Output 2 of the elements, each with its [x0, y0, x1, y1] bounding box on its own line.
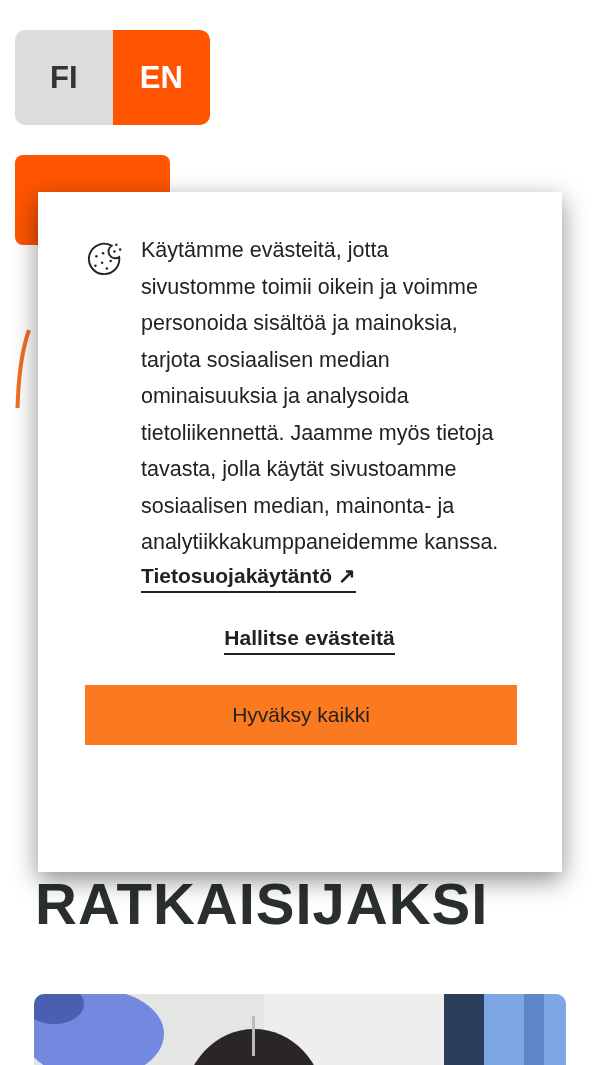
page-heading: RATKAISIJAKSI	[35, 875, 490, 933]
cookie-notice-text: Käytämme evästeitä, jotta sivustomme toimii oikein ja voimme personoida sisältöä ja mainoksia, tarjota sosiaalisen median ominaisuuksia ja analysoida tietoliikennettä. Jaamme myös tietoja tavasta, jolla käytät sivustoamme sosiaalisen median, mainonta- ja analytiikkakumppaneidemme kanssa.	[141, 237, 500, 556]
